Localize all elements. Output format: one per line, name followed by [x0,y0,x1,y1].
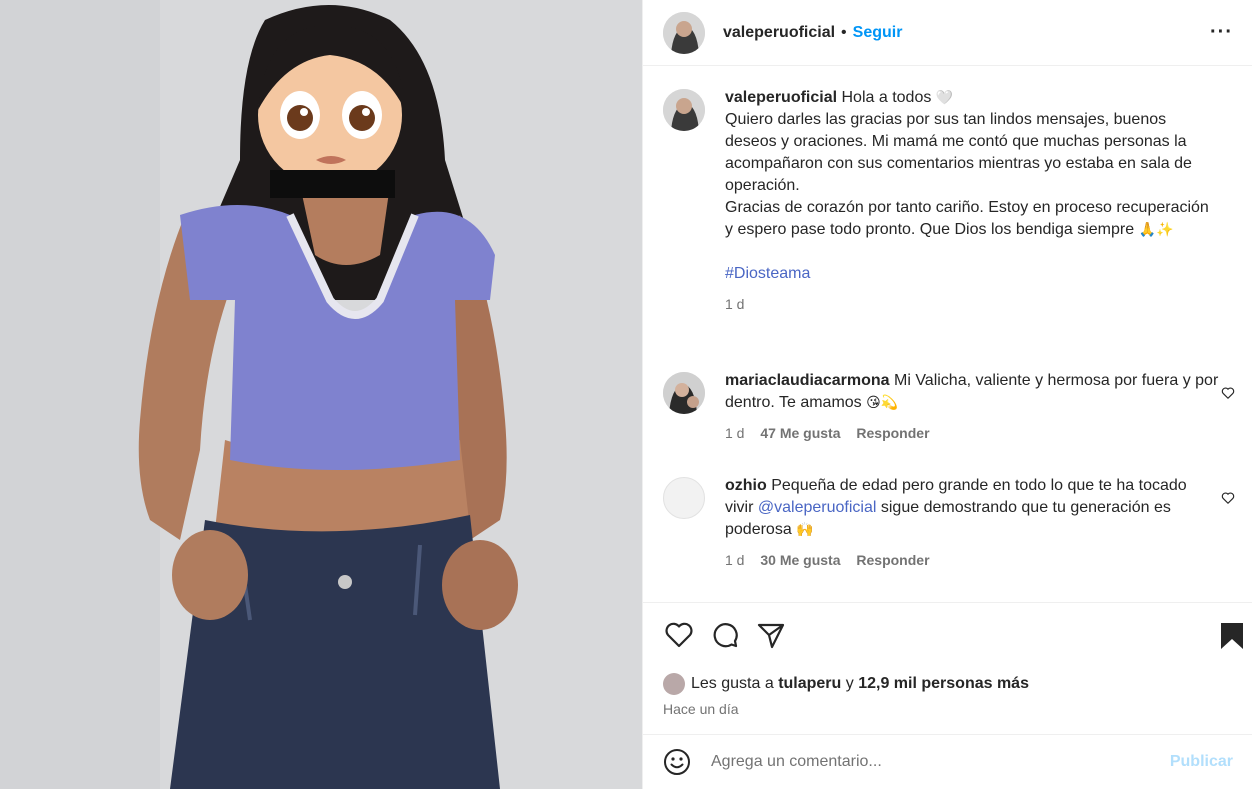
reply-button[interactable]: Responder [856,425,929,441]
caption-meta: 1 d [725,293,1219,315]
add-comment-bar: Publicar [643,734,1252,789]
comment-username[interactable]: mariaclaudiacarmona [725,372,890,389]
avatar[interactable] [663,372,705,414]
comment-time: 1 d [725,425,745,441]
caption-hashtag-line: #Diosteama [725,263,1219,285]
post-photo-illustration [0,0,642,789]
likes-summary: Les gusta a tulaperu y 12,9 mil personas… [663,673,1029,695]
avatar-image [663,89,705,131]
heart-icon[interactable] [663,619,695,651]
prayer-emoji: 🙏✨ [1138,222,1174,238]
caption-greeting: Hola a todos [841,89,932,106]
caption-body-text: Quiero darles las gracias por sus tan li… [725,111,1209,238]
avatar[interactable] [663,477,705,519]
publish-button[interactable]: Publicar [1170,753,1233,771]
comment-icon[interactable] [709,619,741,651]
post-actions: Les gusta a tulaperu y 12,9 mil personas… [643,602,1252,734]
action-icons [663,619,787,651]
emoji-icon[interactable] [663,748,691,776]
comment-input[interactable] [711,753,1170,771]
comment-like-heart-icon[interactable] [1221,491,1235,505]
bookmark-icon[interactable] [1219,621,1245,651]
comment-emoji: 🙌 [796,522,814,538]
post-username[interactable]: valeperuoficial [723,24,835,42]
avatar[interactable] [663,11,705,54]
avatar-image [663,372,705,414]
post-header: valeperuoficial • Seguir ··· [643,0,1252,66]
comment-username[interactable]: ozhio [725,477,767,494]
comment-meta: 1 d 47 Me gusta Responder [725,422,1219,444]
comment-time: 1 d [725,552,745,568]
mention-link[interactable]: @valeperuoficial [758,499,877,516]
caption-text: Quiero darles las gracias por sus tan li… [725,109,1219,241]
comment-likes[interactable]: 30 Me gusta [760,552,840,568]
caption-body: valeperuoficial Hola a todos 🤍 Quiero da… [725,87,1239,315]
liker-avatar[interactable] [663,673,685,695]
heart-emoji: 🤍 [935,90,954,106]
comment-emoji: 😘💫 [866,395,899,411]
comment-row: ozhio Pequeña de edad pero grande en tod… [663,475,1239,571]
likes-prefix: Les gusta a [691,675,774,692]
comment-body: ozhio Pequeña de edad pero grande en tod… [725,475,1239,571]
post-details-panel: valeperuoficial • Seguir ··· valeperuofi… [642,0,1252,789]
avatar[interactable] [663,89,705,131]
follow-button[interactable]: Seguir [853,24,903,42]
likes-middle: y [845,675,854,692]
likes-count-link[interactable]: 12,9 mil personas más [858,675,1029,693]
comment-body: mariaclaudiacarmona Mi Valicha, valiente… [725,370,1239,444]
instagram-post-window: valeperuoficial • Seguir ··· valeperuofi… [0,0,1252,789]
comment-meta: 1 d 30 Me gusta Responder [725,549,1219,571]
comments-list[interactable]: valeperuoficial Hola a todos 🤍 Quiero da… [643,67,1252,602]
share-icon[interactable] [755,619,787,651]
reply-button[interactable]: Responder [856,552,929,568]
post-timestamp: Hace un día [663,701,739,717]
more-options-icon[interactable]: ··· [1210,21,1233,44]
comment-row: mariaclaudiacarmona Mi Valicha, valiente… [663,370,1239,444]
separator-dot: • [841,23,847,41]
comment-like-heart-icon[interactable] [1221,386,1235,400]
comment-likes[interactable]: 47 Me gusta [760,425,840,441]
caption-row: valeperuoficial Hola a todos 🤍 Quiero da… [663,87,1239,315]
avatar-image [663,11,705,54]
post-photo[interactable] [0,0,642,789]
liker-username[interactable]: tulaperu [778,675,841,693]
caption-username[interactable]: valeperuoficial [725,89,837,106]
caption-time: 1 d [725,296,745,312]
hashtag-link[interactable]: #Diosteama [725,265,810,282]
